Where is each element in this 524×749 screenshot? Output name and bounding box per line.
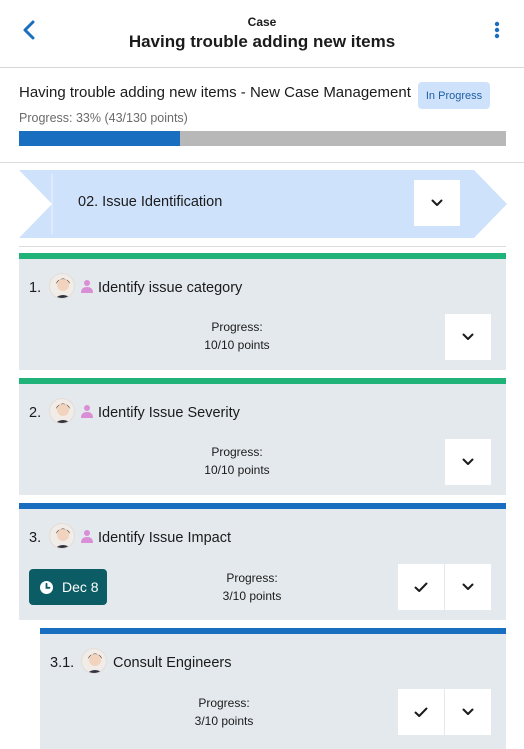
- stage-label: 02. Issue Identification: [78, 194, 223, 210]
- task-progress-label: Progress:: [211, 445, 263, 459]
- case-progress-bar: [19, 131, 506, 146]
- task-title[interactable]: Consult Engineers: [113, 655, 232, 671]
- due-date-badge[interactable]: Dec 8: [29, 569, 107, 605]
- header-subtitle: Case: [247, 15, 277, 29]
- task-progress-label: Progress:: [198, 696, 250, 710]
- person-icon: [81, 280, 93, 293]
- task-expand-button[interactable]: [445, 564, 491, 610]
- more-vertical-icon: [494, 21, 500, 39]
- task-progress-label: Progress:: [226, 571, 278, 585]
- avatar: [49, 398, 75, 424]
- task-progress-value: 10/10 points: [204, 463, 270, 477]
- task-accent-bar: [40, 628, 506, 634]
- clock-icon: [40, 580, 53, 594]
- task-title[interactable]: Identify issue category: [98, 280, 242, 296]
- task-accent-bar: [19, 503, 506, 509]
- person-icon: [81, 405, 93, 418]
- task-expand-button[interactable]: [445, 314, 491, 360]
- task-complete-button[interactable]: [398, 564, 444, 610]
- task-progress-value: 10/10 points: [204, 338, 270, 352]
- avatar: [81, 648, 107, 674]
- divider: [0, 162, 524, 163]
- task-number: 2.: [29, 405, 42, 421]
- page-title: Having trouble adding new items: [128, 32, 396, 51]
- case-progress-text: Progress: 33% (43/130 points): [19, 111, 188, 125]
- chevron-down-icon: [462, 333, 474, 340]
- task-complete-button[interactable]: [398, 689, 444, 735]
- due-date-text: Dec 8: [62, 579, 99, 595]
- task-title[interactable]: Identify Issue Impact: [98, 530, 231, 546]
- chevron-down-icon: [431, 199, 443, 206]
- task-title[interactable]: Identify Issue Severity: [98, 405, 240, 421]
- more-menu-button[interactable]: [484, 16, 510, 44]
- divider: [19, 246, 506, 247]
- app-header: Case Having trouble adding new items: [0, 0, 524, 68]
- stage-dropdown-button[interactable]: [414, 180, 460, 226]
- task-progress-label: Progress:: [211, 320, 263, 334]
- task-accent-bar: [19, 253, 506, 259]
- case-progress-fill: [19, 131, 180, 146]
- task-expand-button[interactable]: [445, 439, 491, 485]
- task-expand-button[interactable]: [445, 689, 491, 735]
- task-card-1: [19, 253, 506, 370]
- avatar: [49, 523, 75, 549]
- task-card-2: [19, 378, 506, 495]
- chevron-down-icon: [462, 458, 474, 465]
- task-progress-value: 3/10 points: [194, 714, 254, 728]
- case-name: Having trouble adding new items - New Ca…: [19, 84, 411, 101]
- task-accent-bar: [19, 378, 506, 384]
- task-number: 3.1.: [50, 655, 75, 671]
- chevron-down-icon: [462, 708, 474, 715]
- avatar: [49, 273, 75, 299]
- check-icon: [414, 707, 428, 717]
- task-number: 3.: [29, 530, 42, 546]
- check-icon: [414, 582, 428, 592]
- person-icon: [81, 530, 93, 543]
- task-progress-value: 3/10 points: [222, 589, 282, 603]
- task-number: 1.: [29, 280, 42, 296]
- status-badge: In Progress: [418, 82, 490, 109]
- chevron-down-icon: [462, 583, 474, 590]
